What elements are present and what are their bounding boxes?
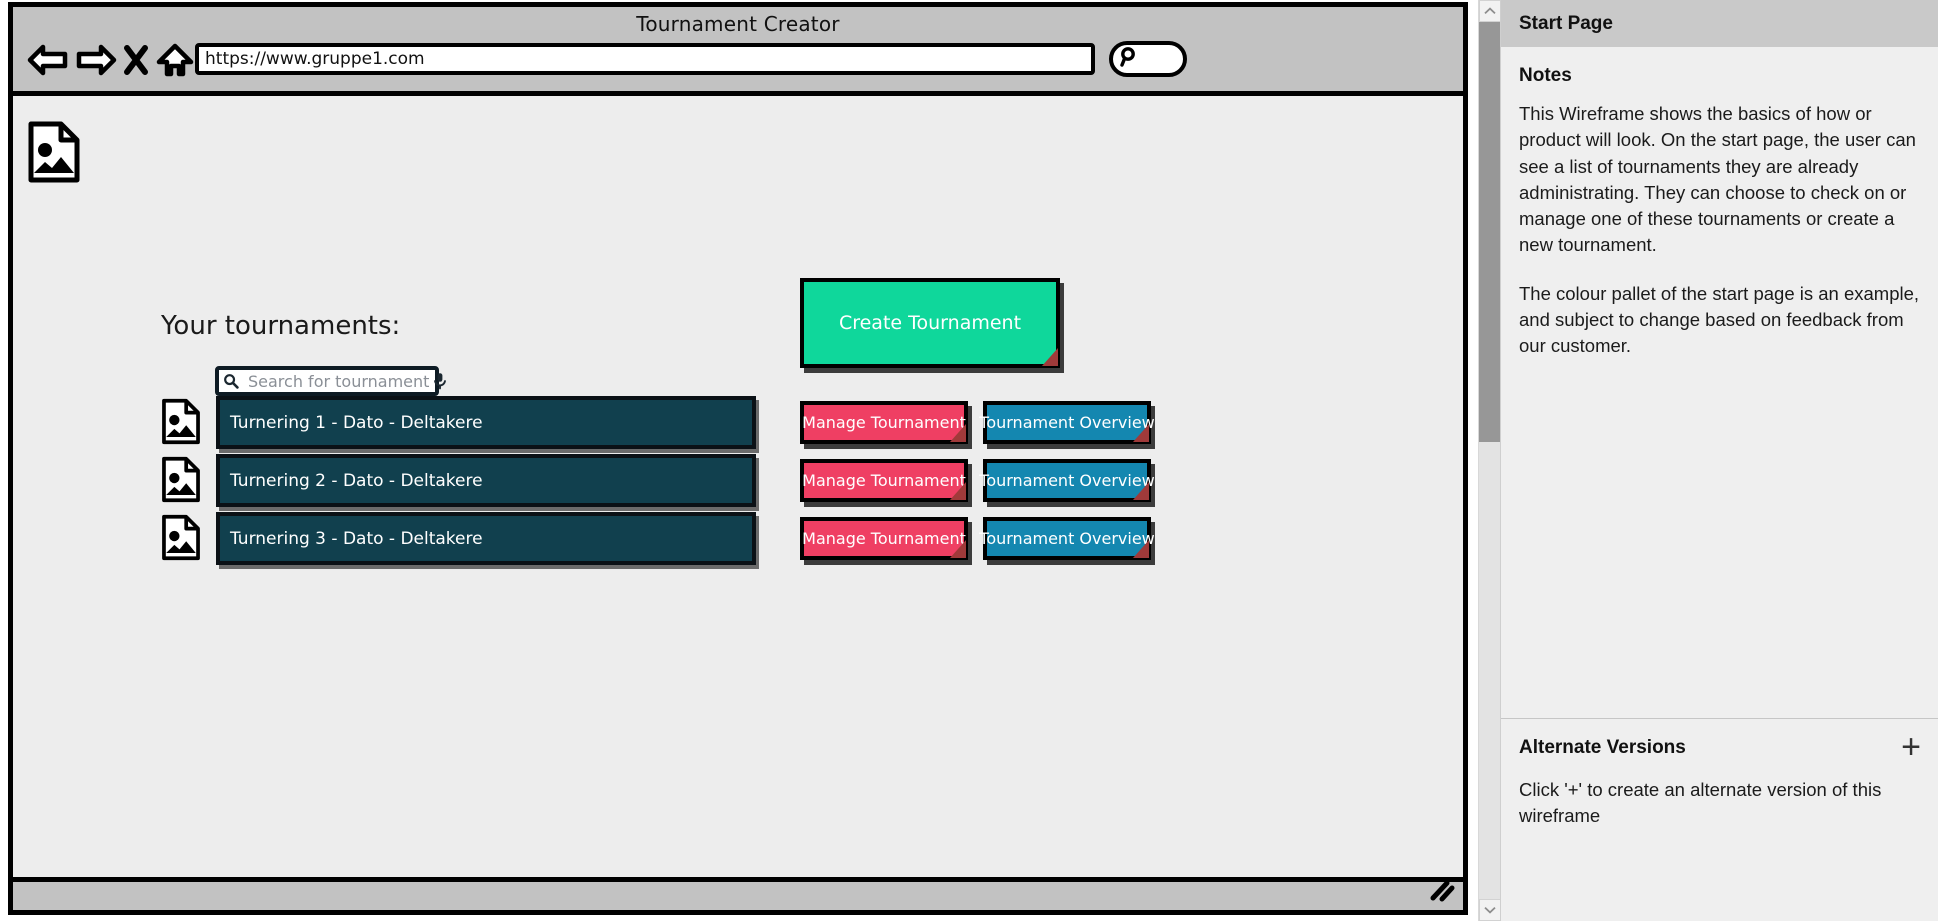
- alternate-versions-heading: Alternate Versions: [1519, 737, 1686, 759]
- corner-marker-icon: [1133, 540, 1149, 558]
- manage-tournament-button[interactable]: Manage Tournament: [800, 459, 968, 502]
- image-placeholder-icon: [27, 121, 81, 188]
- notes-section: Notes This Wireframe shows the basics of…: [1501, 47, 1938, 381]
- browser-footer: [13, 877, 1463, 910]
- image-placeholder-icon: [161, 514, 201, 566]
- alternate-versions-description: Click '+' to create an alternate version…: [1519, 777, 1921, 829]
- window-title: Tournament Creator: [13, 12, 1463, 36]
- scroll-up-icon[interactable]: [1479, 0, 1501, 22]
- tournament-overview-button[interactable]: Tournament Overview: [983, 401, 1151, 444]
- tournament-title-bar[interactable]: Turnering 3 - Dato - Deltakere: [216, 512, 756, 565]
- search-placeholder: Search for tournament: [243, 372, 429, 391]
- create-tournament-button[interactable]: Create Tournament: [800, 278, 1060, 368]
- image-placeholder-icon: [161, 456, 201, 508]
- tournament-overview-label: Tournament Overview: [979, 413, 1154, 432]
- corner-marker-icon: [1042, 348, 1058, 366]
- page-viewport: Your tournaments: Search for tournament: [13, 96, 1463, 881]
- scrollbar-thumb[interactable]: [1479, 22, 1501, 442]
- tournament-overview-button[interactable]: Tournament Overview: [983, 459, 1151, 502]
- tournament-overview-label: Tournament Overview: [979, 529, 1154, 548]
- manage-tournament-label: Manage Tournament: [802, 413, 966, 432]
- manage-tournament-label: Manage Tournament: [802, 471, 966, 490]
- manage-tournament-button[interactable]: Manage Tournament: [800, 401, 968, 444]
- manage-tournament-label: Manage Tournament: [802, 529, 966, 548]
- corner-marker-icon: [1133, 482, 1149, 500]
- wireframe-canvas: Tournament Creator: [0, 0, 1478, 921]
- tournament-title-bar[interactable]: Turnering 1 - Dato - Deltakere: [216, 396, 756, 449]
- page-title: Your tournaments:: [161, 311, 400, 341]
- panel-header: Start Page: [1501, 0, 1938, 47]
- note-paragraph: The colour pallet of the start page is a…: [1519, 281, 1921, 360]
- notes-heading: Notes: [1519, 65, 1921, 87]
- canvas-scrollbar[interactable]: [1478, 0, 1501, 921]
- browser-chrome: Tournament Creator: [13, 7, 1463, 96]
- search-icon: [1119, 46, 1139, 73]
- alternate-versions-section: Alternate Versions + Click '+' to create…: [1501, 719, 1938, 829]
- tournament-title: Turnering 1 - Dato - Deltakere: [220, 413, 483, 433]
- scroll-down-icon[interactable]: [1479, 899, 1501, 921]
- tournament-title-bar[interactable]: Turnering 2 - Dato - Deltakere: [216, 454, 756, 507]
- url-text: https://www.gruppe1.com: [199, 49, 425, 69]
- plus-icon[interactable]: +: [1901, 737, 1921, 757]
- tournament-title: Turnering 2 - Dato - Deltakere: [220, 471, 483, 491]
- corner-marker-icon: [950, 482, 966, 500]
- forward-arrow-icon[interactable]: [75, 42, 117, 83]
- tournament-title: Turnering 3 - Dato - Deltakere: [220, 529, 483, 549]
- browser-window-mockup: Tournament Creator: [8, 2, 1468, 915]
- panel-title: Start Page: [1501, 13, 1613, 35]
- image-placeholder-icon: [161, 398, 201, 450]
- tournament-overview-button[interactable]: Tournament Overview: [983, 517, 1151, 560]
- corner-marker-icon: [950, 424, 966, 442]
- resize-grip-icon[interactable]: [1429, 880, 1455, 907]
- back-arrow-icon[interactable]: [27, 42, 69, 83]
- manage-tournament-button[interactable]: Manage Tournament: [800, 517, 968, 560]
- corner-marker-icon: [950, 540, 966, 558]
- corner-marker-icon: [1133, 424, 1149, 442]
- search-icon: [219, 373, 243, 389]
- close-x-icon[interactable]: [123, 42, 149, 83]
- browser-search-pill[interactable]: [1109, 41, 1187, 77]
- search-input[interactable]: Search for tournament: [215, 366, 439, 396]
- tournament-overview-label: Tournament Overview: [979, 471, 1154, 490]
- note-paragraph: This Wireframe shows the basics of how o…: [1519, 101, 1921, 259]
- create-tournament-label: Create Tournament: [839, 312, 1021, 334]
- browser-nav-row: https://www.gruppe1.com: [13, 37, 1463, 89]
- microphone-icon[interactable]: [429, 372, 451, 390]
- notes-panel: Start Page Notes This Wireframe shows th…: [1500, 0, 1938, 921]
- home-icon[interactable]: [155, 42, 195, 83]
- url-bar[interactable]: https://www.gruppe1.com: [195, 43, 1095, 75]
